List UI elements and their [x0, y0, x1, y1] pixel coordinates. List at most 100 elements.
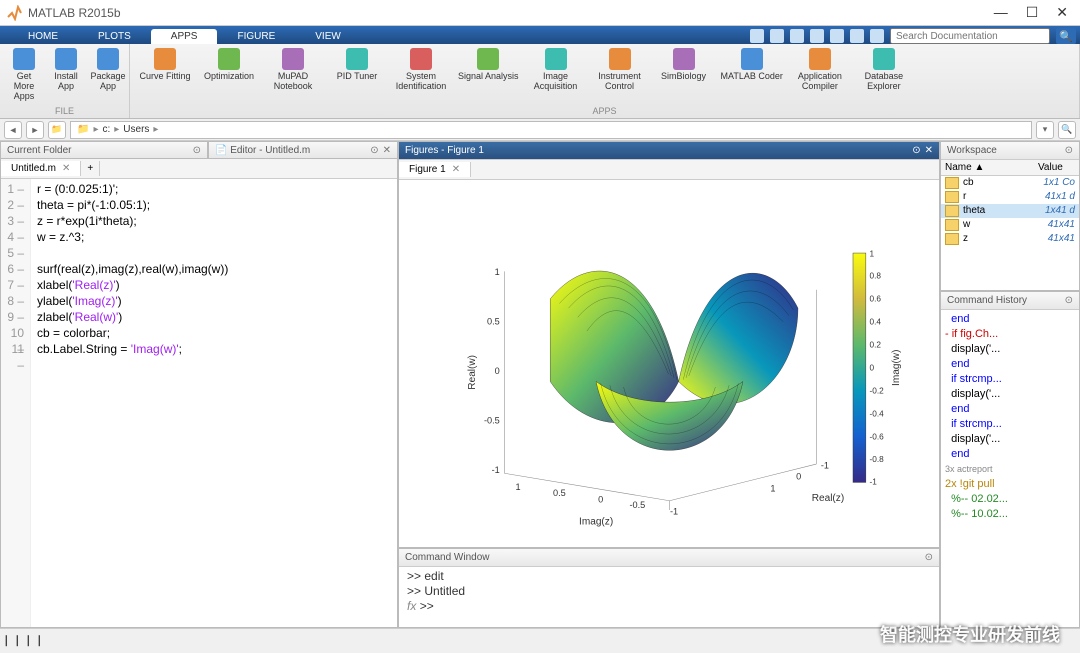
app-image-acquisition[interactable]: Image Acquisition: [525, 46, 587, 94]
close-icon[interactable]: ✕: [62, 163, 70, 174]
panel-close-icon[interactable]: ✕: [383, 145, 391, 156]
search-button[interactable]: 🔍: [1056, 28, 1076, 44]
figure-tab[interactable]: Figure 1✕: [399, 162, 471, 177]
search-path-button[interactable]: 🔍: [1058, 121, 1076, 139]
svg-text:0.2: 0.2: [869, 341, 881, 350]
install-app-button[interactable]: Install App: [46, 46, 86, 94]
tab-home[interactable]: HOME: [8, 29, 78, 44]
app-application-compiler[interactable]: Application Compiler: [789, 46, 851, 94]
qat-icon[interactable]: [830, 29, 844, 43]
svg-text:-1: -1: [491, 466, 499, 476]
colorbar-label: Imag(w): [890, 350, 901, 386]
qat-icon[interactable]: [810, 29, 824, 43]
qat-icon[interactable]: [790, 29, 804, 43]
app-curve-fitting[interactable]: Curve Fitting: [134, 46, 196, 84]
panel-menu-icon[interactable]: ⊙: [193, 145, 201, 156]
get-more-apps-button[interactable]: Get More Apps: [4, 46, 44, 104]
panel-menu-icon[interactable]: ⊙: [1065, 145, 1073, 156]
svg-text:-0.6: -0.6: [869, 433, 884, 442]
editor-tab[interactable]: Untitled.m✕: [1, 161, 81, 176]
command-history-header: Command History ⊙: [941, 292, 1079, 310]
svg-text:1: 1: [515, 482, 520, 492]
svg-text:0.4: 0.4: [869, 318, 881, 327]
svg-text:0: 0: [598, 495, 603, 505]
svg-text:1: 1: [869, 250, 874, 259]
svg-text:-0.8: -0.8: [869, 456, 884, 465]
svg-text:1: 1: [494, 267, 499, 277]
app-database-explorer[interactable]: Database Explorer: [853, 46, 915, 94]
app-instrument-control[interactable]: Instrument Control: [589, 46, 651, 94]
ribbon-group-apps: APPS: [134, 106, 1075, 116]
workspace-var[interactable]: theta1x41 d: [941, 204, 1079, 218]
current-folder-header: Current Folder ⊙: [0, 141, 208, 159]
tab-apps[interactable]: APPS: [151, 29, 218, 44]
svg-text:0: 0: [796, 472, 801, 482]
minimize-button[interactable]: —: [994, 4, 1008, 21]
command-history-list[interactable]: end- if fig.Ch... display('... end if st…: [941, 310, 1079, 524]
app-mupad-notebook[interactable]: MuPAD Notebook: [262, 46, 324, 94]
app-pid-tuner[interactable]: PID Tuner: [326, 46, 388, 84]
panel-close-icon[interactable]: ✕: [925, 145, 933, 156]
tab-plots[interactable]: PLOTS: [78, 29, 151, 44]
figure-canvas[interactable]: 1 0.5 0 -0.5 -1 Real(w) 1 0.5 0 -0.5: [399, 180, 939, 547]
code-editor[interactable]: 1 –2 –3 –4 –5 –6 –7 –8 –9 –10 –11 – r = …: [1, 179, 397, 627]
workspace-var[interactable]: r41x1 d: [941, 190, 1079, 204]
up-button[interactable]: 📁: [48, 121, 66, 139]
window-title: MATLAB R2015b: [28, 6, 994, 20]
svg-text:0.6: 0.6: [869, 295, 881, 304]
app-optimization[interactable]: Optimization: [198, 46, 260, 84]
ribbon-tabstrip: HOME PLOTS APPS FIGURE VIEW 🔍: [0, 26, 1080, 44]
address-bar[interactable]: 📁 ▸ c: ▸ Users ▸: [70, 121, 1032, 139]
svg-text:0.5: 0.5: [487, 317, 500, 327]
figures-header: Figures - Figure 1 ⊙ ✕: [399, 142, 939, 160]
maximize-button[interactable]: ☐: [1026, 4, 1039, 21]
editor-tabs: Untitled.m✕ +: [1, 159, 397, 179]
workspace-var[interactable]: z41x41: [941, 232, 1079, 246]
close-icon[interactable]: ✕: [452, 164, 460, 175]
tab-figure[interactable]: FIGURE: [217, 29, 295, 44]
qat-icon[interactable]: [750, 29, 764, 43]
path-dropdown[interactable]: ▾: [1036, 121, 1054, 139]
command-window[interactable]: >> edit >> Untitled fx >>: [399, 567, 939, 627]
app-system-identification[interactable]: System Identification: [390, 46, 452, 94]
back-button[interactable]: ◄: [4, 121, 22, 139]
workspace-var[interactable]: w41x41: [941, 218, 1079, 232]
ribbon: Get More Apps Install App Package App FI…: [0, 44, 1080, 119]
svg-text:-0.5: -0.5: [483, 416, 499, 426]
close-button[interactable]: ✕: [1056, 4, 1068, 21]
svg-text:-1: -1: [869, 478, 877, 487]
new-tab-button[interactable]: +: [81, 161, 100, 176]
svg-text:0: 0: [494, 367, 499, 377]
panel-menu-icon[interactable]: ⊙: [925, 552, 933, 563]
xlabel: Imag(z): [579, 517, 613, 528]
qat-icon[interactable]: [770, 29, 784, 43]
main-area: Current Folder ⊙ 📄 Editor - Untitled.m ⊙…: [0, 141, 1080, 628]
editor-header: 📄 Editor - Untitled.m ⊙ ✕: [208, 141, 398, 159]
workspace-var[interactable]: cb1x1 Co: [941, 176, 1079, 190]
panel-menu-icon[interactable]: ⊙: [370, 145, 378, 156]
forward-button[interactable]: ►: [26, 121, 44, 139]
help-icon[interactable]: [870, 29, 884, 43]
busy-indicator-icon: ⎸⎸⎸⎸: [6, 635, 50, 648]
qat-icon[interactable]: [850, 29, 864, 43]
app-matlab-coder[interactable]: MATLAB Coder: [717, 46, 787, 84]
panel-menu-icon[interactable]: ⊙: [1065, 295, 1073, 306]
package-app-button[interactable]: Package App: [88, 46, 128, 94]
svg-text:0.5: 0.5: [553, 489, 566, 499]
app-signal-analysis[interactable]: Signal Analysis: [454, 46, 523, 84]
editor-file-icon: 📄: [215, 145, 227, 156]
workspace-columns[interactable]: Name ▲ Value: [941, 160, 1079, 176]
svg-text:-0.4: -0.4: [869, 410, 884, 419]
folder-icon: 📁: [77, 124, 89, 135]
ylabel: Real(z): [811, 493, 843, 504]
search-documentation-input[interactable]: [890, 28, 1050, 44]
svg-text:1: 1: [770, 484, 775, 494]
command-window-header: Command Window ⊙: [399, 549, 939, 567]
matlab-logo-icon: [6, 5, 22, 21]
app-simbiology[interactable]: SimBiology: [653, 46, 715, 84]
panel-menu-icon[interactable]: ⊙: [912, 145, 920, 156]
zlabel: Real(w): [466, 355, 477, 390]
workspace-header: Workspace ⊙: [941, 142, 1079, 160]
tab-view[interactable]: VIEW: [295, 29, 361, 44]
svg-text:0: 0: [869, 364, 874, 373]
